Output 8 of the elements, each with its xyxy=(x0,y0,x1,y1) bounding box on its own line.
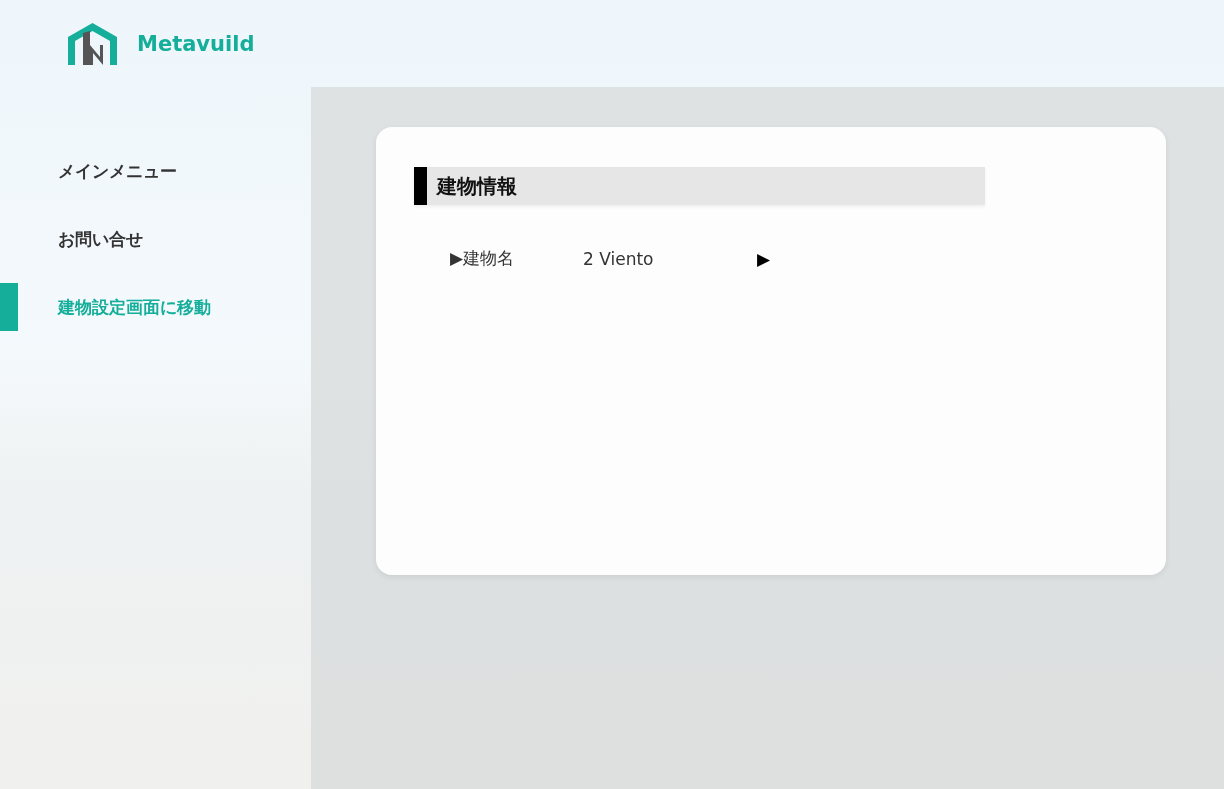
triangle-marker: ▶ xyxy=(757,248,771,269)
field-value: 2 Viento xyxy=(583,248,654,269)
section-title: 建物情報 xyxy=(414,167,985,205)
field-label: ▶建物名 xyxy=(450,248,515,268)
logo-text: Metavuild xyxy=(137,31,255,56)
sidebar-item[interactable]: メインメニュー xyxy=(0,147,311,195)
sidebar-item[interactable]: お問い合せ xyxy=(0,215,311,263)
building-logo-icon xyxy=(68,22,117,65)
